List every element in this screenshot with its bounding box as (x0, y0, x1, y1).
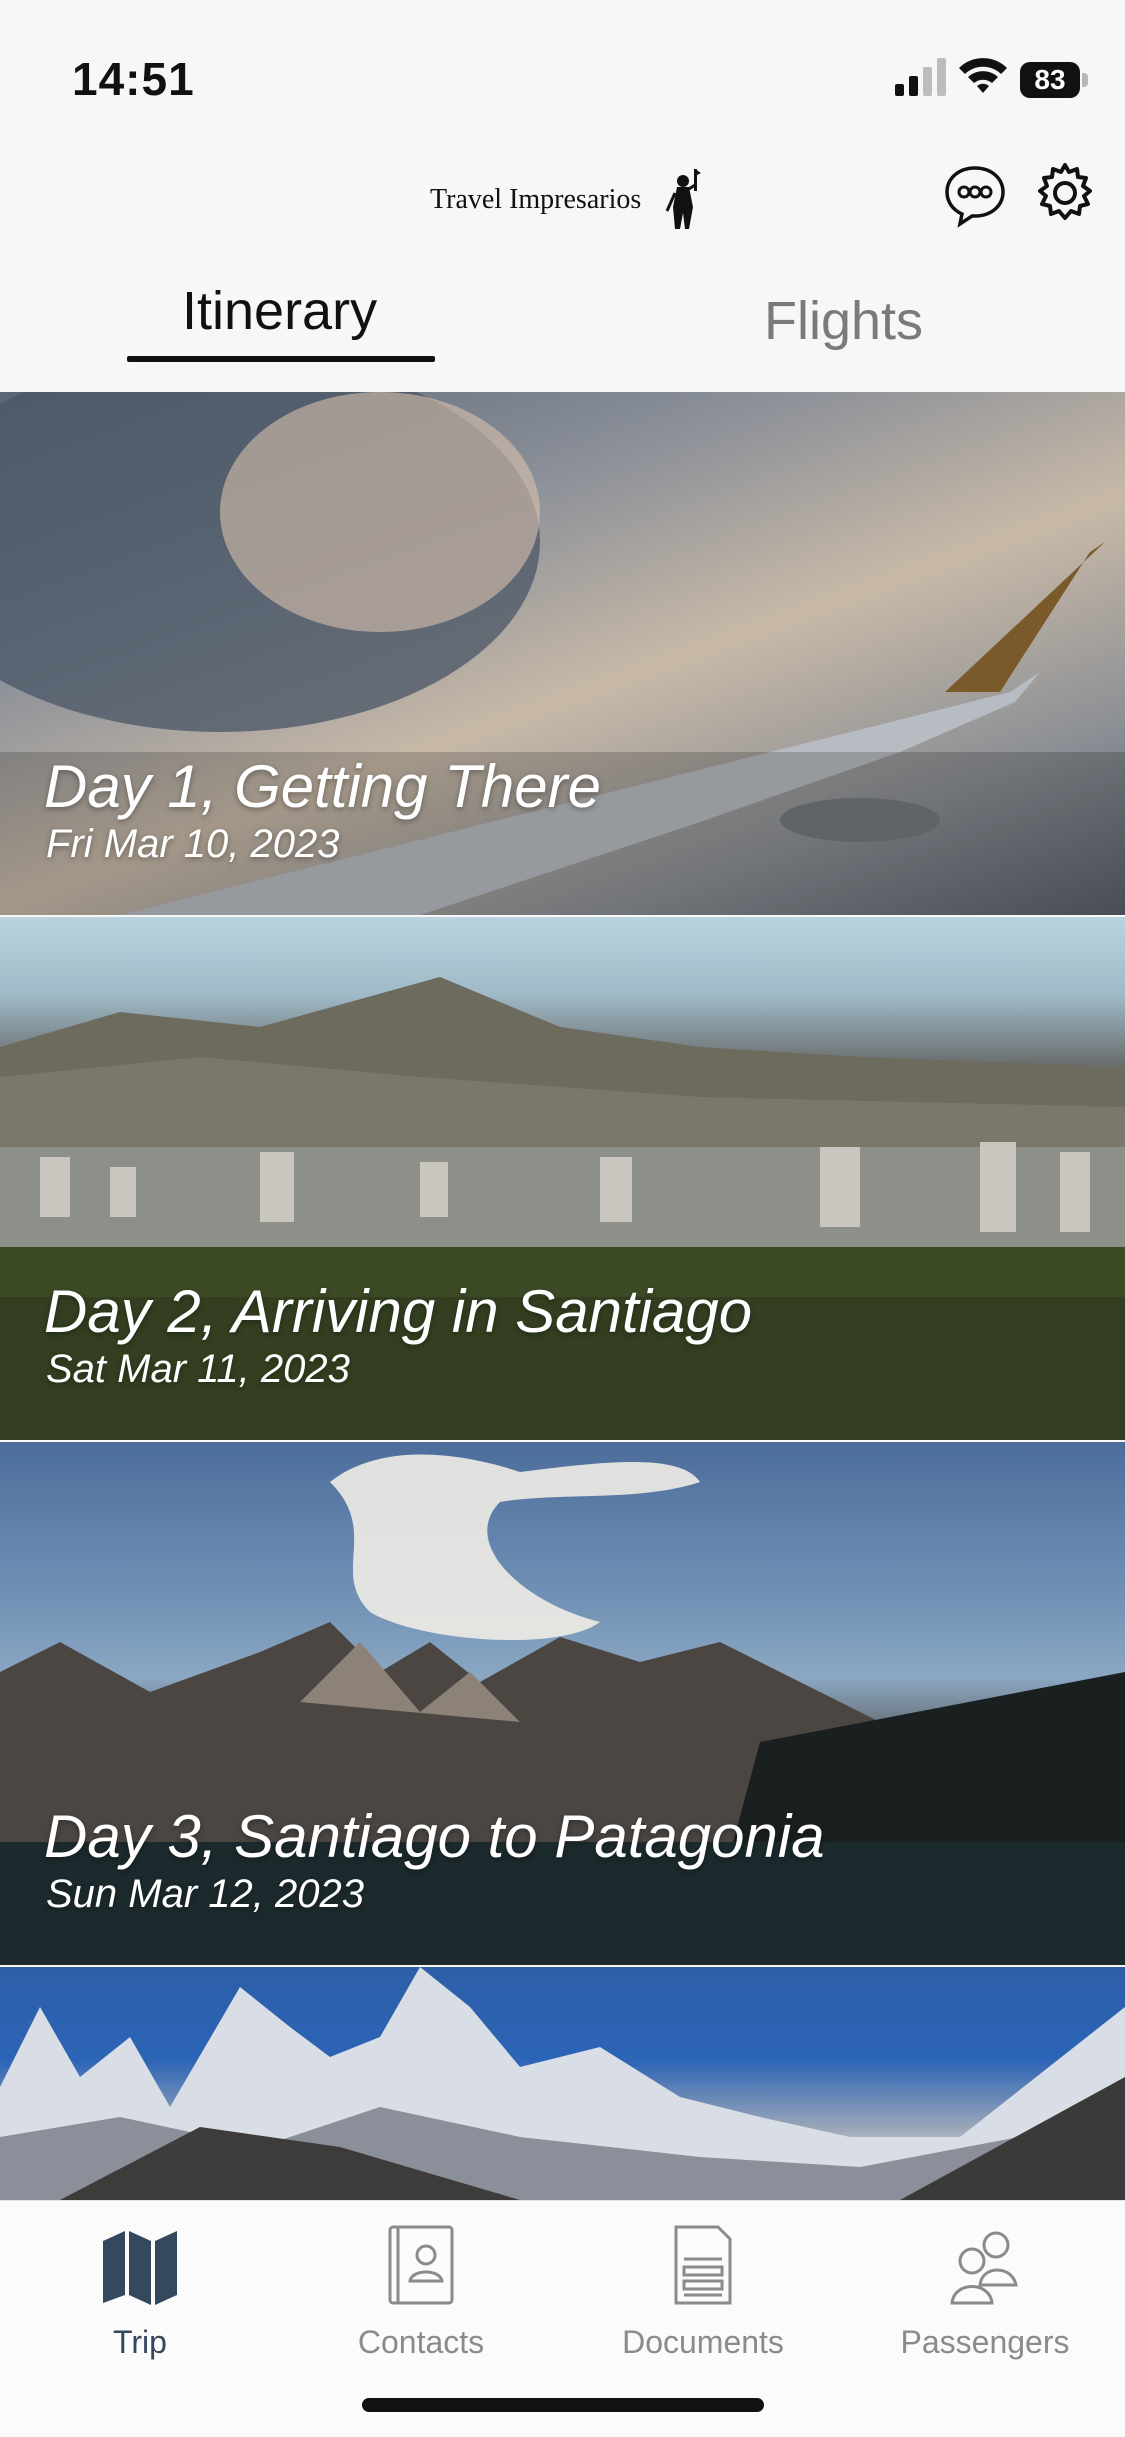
tab-trip-label: Trip (113, 2324, 167, 2360)
map-icon (103, 2231, 177, 2305)
brand-name: Travel Impresarios (430, 184, 642, 215)
app-header: Travel Impresarios (0, 140, 1125, 260)
contacts-book-icon (388, 2225, 454, 2305)
tab-documents-label: Documents (622, 2324, 784, 2360)
itinerary-card-day-3[interactable]: Day 3, Santiago to Patagonia Sun Mar 12,… (0, 1442, 1125, 1965)
tab-passengers[interactable]: Passengers (860, 2219, 1110, 2360)
settings-button[interactable] (1032, 160, 1098, 226)
itinerary-card-day-1[interactable]: Day 1, Getting There Fri Mar 10, 2023 (0, 392, 1125, 915)
tab-flights[interactable]: Flights (764, 290, 923, 352)
chat-bubble-icon (945, 166, 1005, 228)
fitz-roy-mountains-photo (0, 1967, 1125, 2200)
people-icon (950, 2231, 1018, 2305)
battery-level: 83 (1020, 62, 1080, 98)
tab-passengers-label: Passengers (900, 2324, 1070, 2360)
chat-button[interactable] (942, 162, 1008, 228)
home-indicator[interactable] (362, 2398, 764, 2412)
card-date: Sun Mar 12, 2023 (46, 1872, 364, 1916)
card-title: Day 3, Santiago to Patagonia (44, 1803, 825, 1870)
cellular-signal-icon (895, 58, 946, 96)
battery-icon: 83 (1020, 62, 1090, 100)
brand: Travel Impresarios (430, 160, 703, 240)
status-time: 14:51 (72, 53, 195, 105)
tab-trip[interactable]: Trip (15, 2219, 265, 2360)
status-bar: 14:51 83 (0, 0, 1125, 140)
tab-documents[interactable]: Documents (578, 2219, 828, 2360)
battery-tip (1082, 73, 1088, 87)
itinerary-card-day-4[interactable] (0, 1967, 1125, 2200)
tab-itinerary[interactable]: Itinerary (182, 280, 377, 342)
tab-contacts-label: Contacts (357, 2324, 485, 2360)
itinerary-list: Day 1, Getting There Fri Mar 10, 2023 Da… (0, 392, 1125, 2200)
card-date: Fri Mar 10, 2023 (46, 822, 340, 866)
gear-icon (1038, 163, 1092, 220)
card-title: Day 2, Arriving in Santiago (44, 1278, 753, 1345)
itinerary-card-day-2[interactable]: Day 2, Arriving in Santiago Sat Mar 11, … (0, 917, 1125, 1440)
card-date: Sat Mar 11, 2023 (46, 1347, 350, 1391)
wifi-icon (959, 58, 1007, 93)
itinerary-flights-tabs: Itinerary Flights (0, 270, 1125, 392)
brand-logo-icon (665, 169, 702, 229)
tab-contacts[interactable]: Contacts (296, 2219, 546, 2360)
active-tab-indicator (127, 356, 435, 362)
document-icon (674, 2225, 732, 2305)
card-title: Day 1, Getting There (44, 753, 601, 820)
